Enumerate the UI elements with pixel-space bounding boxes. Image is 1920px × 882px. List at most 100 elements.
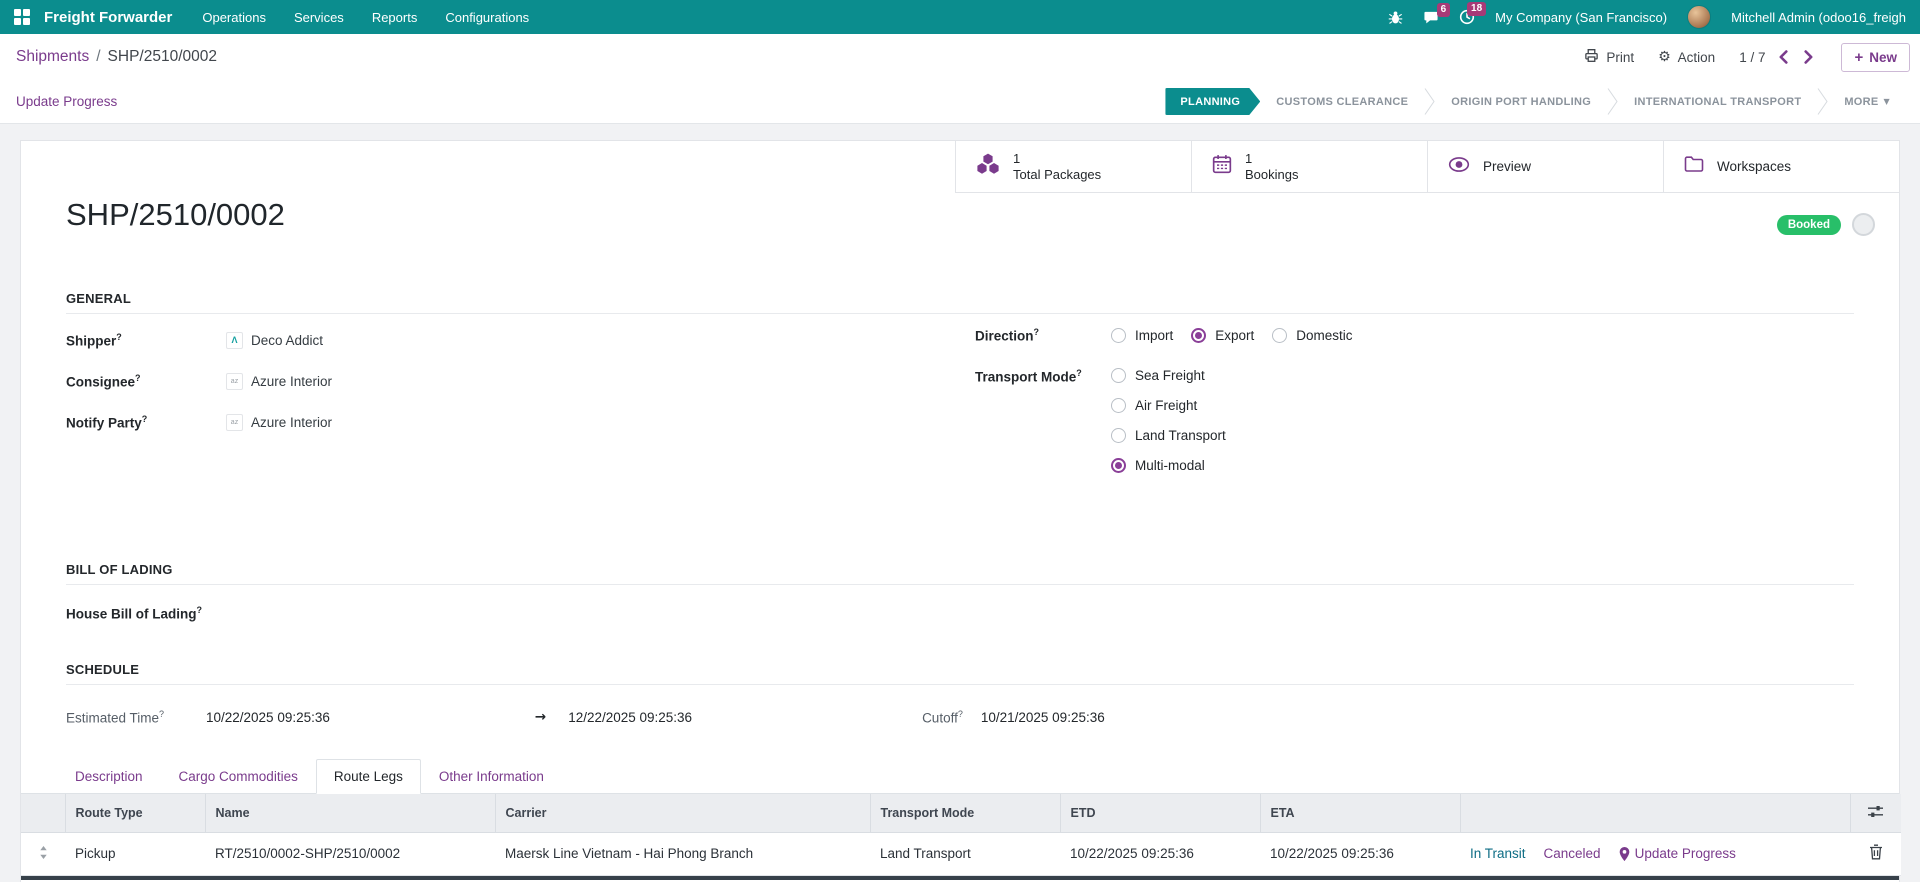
handle-column-header [21, 794, 66, 833]
more-label: MORE [1844, 95, 1879, 108]
help-icon[interactable]: ? [1076, 368, 1082, 378]
new-button[interactable]: + New [1841, 42, 1910, 72]
cell-etd[interactable]: 10/22/2025 09:25:36 [1060, 832, 1260, 876]
notify-party-label: Notify Party? [66, 413, 148, 431]
app-window: Freight Forwarder Operations Services Re… [0, 0, 1920, 882]
form-view-backdrop: 1 Total Packages 1 Bookings Preview Work… [0, 124, 1920, 882]
column-name[interactable]: Name [205, 794, 496, 833]
help-icon[interactable]: ? [1034, 327, 1040, 337]
breadcrumb-shipments[interactable]: Shipments [16, 48, 89, 66]
radio-multi-modal[interactable]: Multi-modal [1111, 457, 1226, 473]
company-switcher[interactable]: My Company (San Francisco) [1495, 10, 1667, 25]
row-update-progress-button[interactable]: Update Progress [1619, 846, 1736, 861]
stage-origin-port-handling[interactable]: ORIGIN PORT HANDLING [1435, 88, 1607, 115]
workspaces-button[interactable]: Workspaces [1663, 141, 1899, 193]
bookings-label: Bookings [1245, 166, 1299, 182]
tab-route-legs[interactable]: Route Legs [315, 759, 421, 794]
help-icon[interactable]: ? [135, 373, 141, 383]
radio-circle-icon [1111, 427, 1126, 443]
radio-import[interactable]: Import [1111, 327, 1173, 343]
column-eta[interactable]: ETA [1260, 794, 1461, 833]
apps-grid-icon[interactable] [14, 9, 30, 25]
form-statusbar: Update Progress PLANNING CUSTOMS CLEARAN… [0, 80, 1920, 124]
chevron-down-icon: ▼ [1883, 97, 1890, 106]
transport-mode-label: Transport Mode? [975, 367, 1082, 385]
total-packages-value: 1 [1013, 150, 1021, 166]
plus-icon: + [1854, 48, 1864, 66]
stage-international-transport[interactable]: INTERNATIONAL TRANSPORT [1618, 88, 1817, 115]
cell-route-type[interactable]: Pickup [65, 832, 205, 876]
debug-bug-icon[interactable] [1388, 10, 1403, 25]
help-icon[interactable]: ? [142, 414, 148, 424]
action-button[interactable]: ⚙ Action [1658, 49, 1715, 65]
radio-air-freight[interactable]: Air Freight [1111, 397, 1226, 413]
canceled-button[interactable]: Canceled [1544, 846, 1601, 861]
messages-badge: 6 [1436, 2, 1451, 17]
pager-next-icon[interactable] [1804, 50, 1813, 64]
delete-row-button[interactable] [1850, 832, 1901, 876]
column-carrier[interactable]: Carrier [495, 794, 871, 833]
cell-eta[interactable]: 10/22/2025 09:25:36 [1260, 832, 1460, 876]
radio-circle-icon [1111, 457, 1126, 473]
cell-name[interactable]: RT/2510/0002-SHP/2510/0002 [205, 832, 495, 876]
cell-carrier[interactable]: Maersk Line Vietnam - Hai Phong Branch [495, 832, 870, 876]
cell-transport-mode[interactable]: Land Transport [870, 832, 1060, 876]
app-brand[interactable]: Freight Forwarder [44, 9, 172, 26]
stage-planning[interactable]: PLANNING [1165, 88, 1260, 115]
control-panel: Shipments / SHP/2510/0002 Print ⚙ Action… [0, 34, 1920, 80]
trash-icon [1869, 844, 1882, 860]
status-badge: Booked [1776, 214, 1841, 235]
in-transit-button[interactable]: In Transit [1470, 846, 1526, 861]
pager-previous-icon[interactable] [1779, 50, 1789, 64]
tab-cargo-commodities[interactable]: Cargo Commodities [161, 759, 316, 794]
tab-description[interactable]: Description [57, 759, 161, 794]
radio-export[interactable]: Export [1191, 327, 1254, 343]
cell-actions: In Transit Canceled Update Progress [1460, 832, 1850, 876]
workspaces-label: Workspaces [1717, 159, 1792, 174]
status-ribbon-circle[interactable] [1852, 213, 1875, 236]
user-avatar[interactable] [1687, 5, 1712, 29]
activities-clock-icon[interactable]: 18 [1459, 2, 1487, 25]
help-icon[interactable]: ? [116, 332, 122, 342]
total-packages-button[interactable]: 1 Total Packages [955, 141, 1191, 193]
preview-button[interactable]: Preview [1427, 141, 1663, 193]
column-etd[interactable]: ETD [1060, 794, 1261, 833]
notify-party-value[interactable]: az Azure Interior [226, 413, 332, 431]
radio-circle-icon [1191, 327, 1207, 343]
column-route-type[interactable]: Route Type [65, 794, 206, 833]
radio-domestic[interactable]: Domestic [1272, 327, 1353, 343]
radio-sea-freight[interactable]: Sea Freight [1111, 367, 1226, 383]
radio-land-transport[interactable]: Land Transport [1111, 427, 1226, 443]
drag-handle[interactable] [21, 832, 65, 876]
route-leg-row[interactable]: Pickup RT/2510/0002-SHP/2510/0002 Maersk… [21, 832, 1901, 876]
shipper-value[interactable]: Λ Deco Addict [226, 331, 323, 349]
tab-other-information[interactable]: Other Information [421, 759, 562, 794]
menu-operations[interactable]: Operations [202, 10, 266, 25]
print-button[interactable]: Print [1584, 48, 1634, 66]
menu-configurations[interactable]: Configurations [445, 10, 529, 25]
optional-columns-button[interactable] [1850, 794, 1901, 833]
consignee-value[interactable]: az Azure Interior [226, 372, 332, 390]
stage-separator-icon [1607, 88, 1618, 115]
sliders-icon [1868, 805, 1884, 817]
help-icon[interactable]: ? [197, 605, 203, 615]
deco-addict-avatar: Λ [226, 331, 243, 349]
user-menu[interactable]: Mitchell Admin (odoo16_freigh [1731, 10, 1906, 25]
stage-more-dropdown[interactable]: MORE ▼ [1828, 88, 1906, 115]
stage-customs-clearance[interactable]: CUSTOMS CLEARANCE [1260, 88, 1424, 115]
menu-reports[interactable]: Reports [372, 10, 418, 25]
estimated-end-value[interactable]: 12/22/2025 09:25:36 [568, 710, 692, 725]
bookings-button[interactable]: 1 Bookings [1191, 141, 1427, 193]
column-transport-mode[interactable]: Transport Mode [870, 794, 1061, 833]
messages-icon[interactable]: 6 [1423, 2, 1451, 25]
printer-icon [1584, 48, 1599, 66]
estimated-start-value[interactable]: 10/22/2025 09:25:36 [206, 710, 330, 725]
notebook-tabs: Description Cargo Commodities Route Legs… [21, 756, 1899, 794]
menu-services[interactable]: Services [294, 10, 344, 25]
arrow-right-icon: → [534, 709, 547, 725]
help-icon[interactable]: ? [958, 709, 963, 719]
cutoff-value[interactable]: 10/21/2025 09:25:36 [981, 710, 1105, 725]
update-progress-button[interactable]: Update Progress [16, 94, 117, 109]
section-bill-of-lading: BILL OF LADING House Bill of Lading? [66, 562, 1854, 642]
help-icon[interactable]: ? [159, 709, 164, 719]
